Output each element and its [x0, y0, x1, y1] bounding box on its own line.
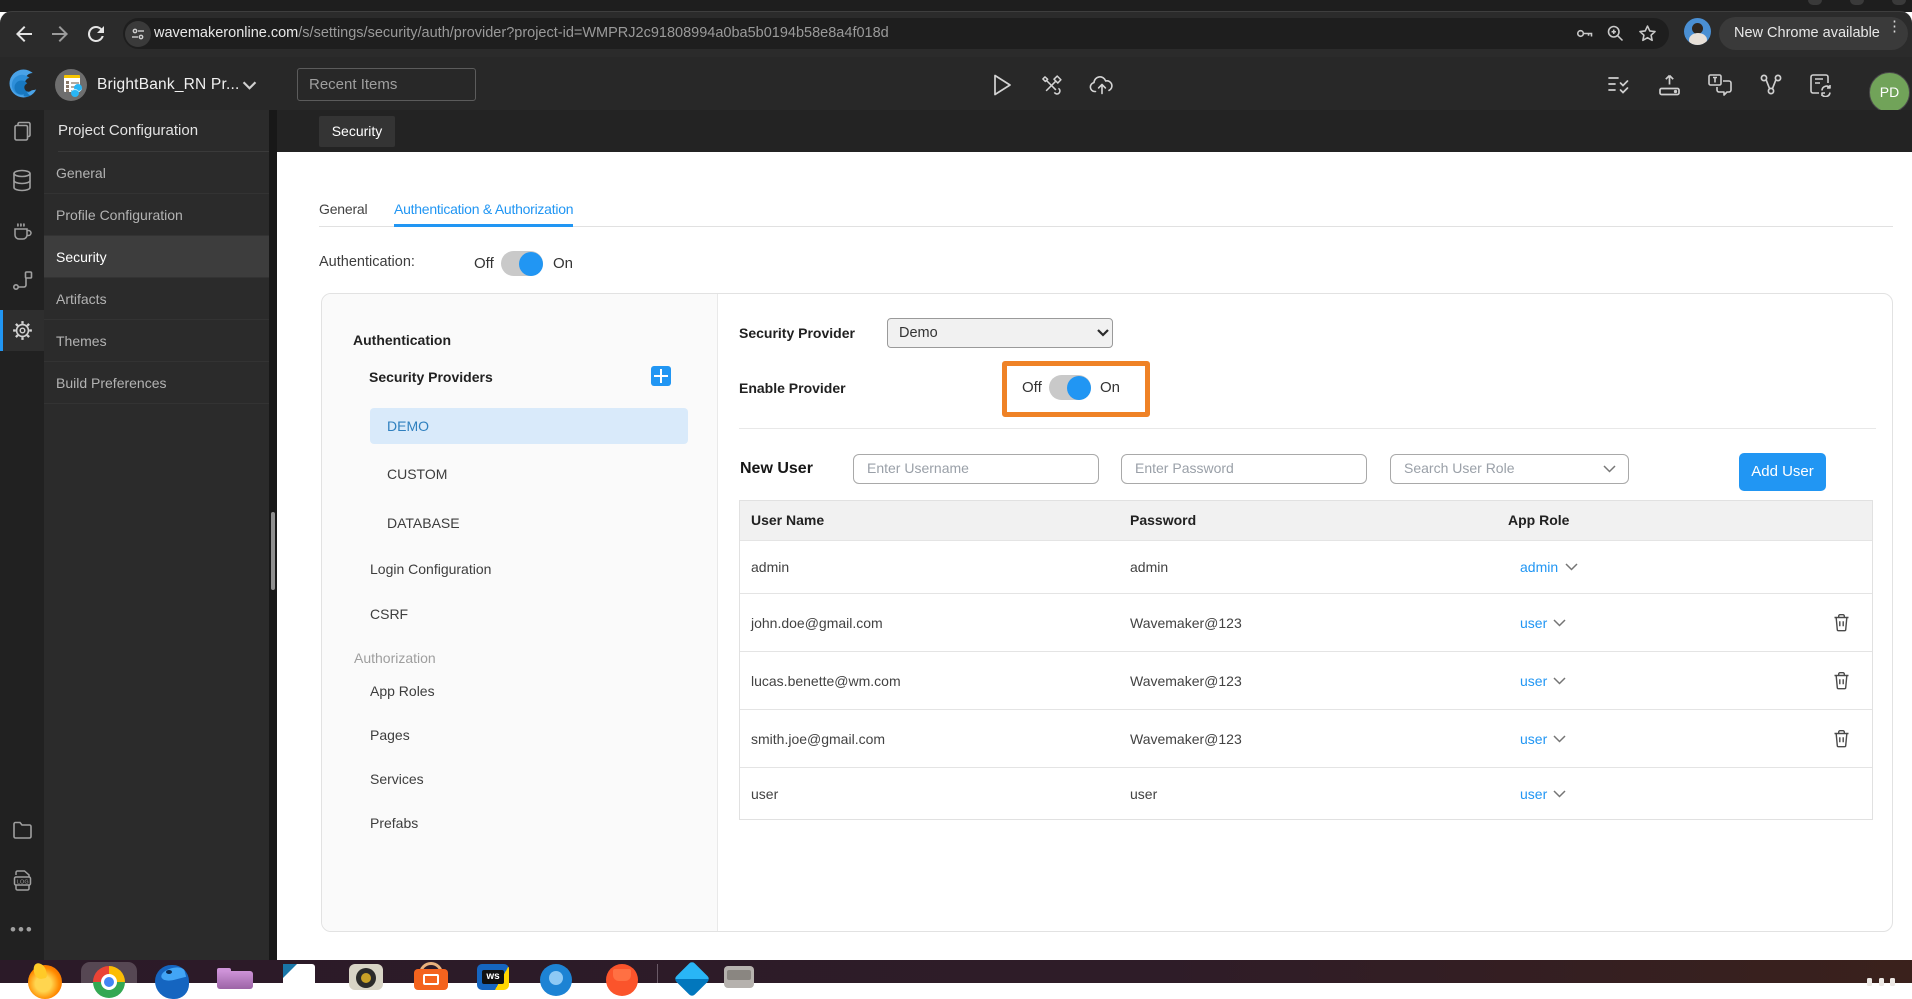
svg-text:LOG: LOG	[17, 880, 29, 886]
